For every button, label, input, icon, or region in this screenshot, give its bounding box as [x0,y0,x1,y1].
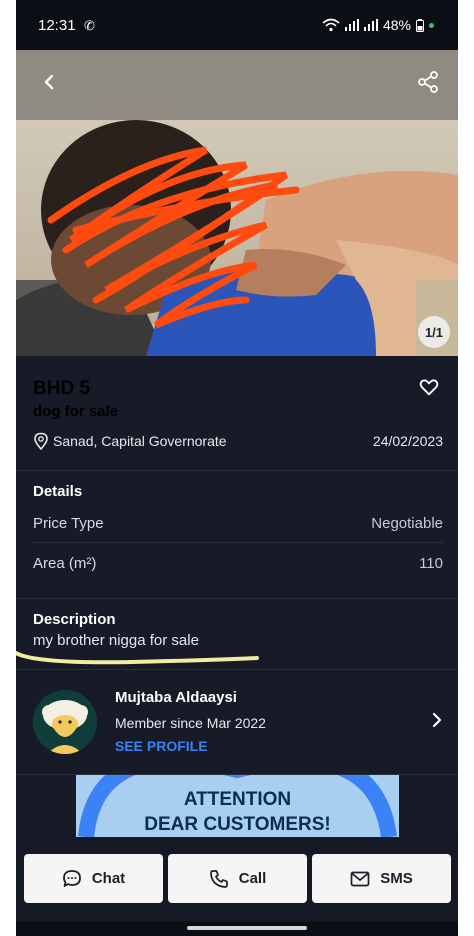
banner-line-2: DEAR CUSTOMERS! [144,814,331,835]
location-pin-icon [34,432,48,450]
battery-icon [416,18,424,32]
back-button[interactable] [31,64,67,100]
home-indicator[interactable] [187,926,307,930]
row-separator [33,542,443,543]
sms-button[interactable]: SMS [312,854,451,903]
call-status-icon: ✆ [84,18,95,33]
banner-line-1: ATTENTION [183,789,292,810]
status-bar: 12:31 ✆ 48% [16,0,458,50]
seller-name: Mujtaba Aldaaysi [115,689,237,706]
signal-icon-2 [363,19,378,31]
signal-icon [344,19,359,31]
listing-title: dog for sale [33,403,119,420]
listing-price: BHD 5 [33,378,91,399]
chat-label: Chat [91,870,126,887]
photo-counter: 1/1 [418,316,450,348]
detail-row-price-type: Price Type Negotiable [33,515,443,532]
detail-value: 110 [419,555,443,572]
call-button[interactable]: Call [168,854,307,903]
activity-dot [429,22,434,28]
location-text: Sanad, Capital Governorate [53,433,227,449]
see-profile-link[interactable]: SEE PROFILE [115,738,208,754]
chevron-right-icon [432,712,442,728]
location-row: Sanad, Capital Governorate 24/02/2023 [33,432,443,450]
favorite-button[interactable] [418,376,442,400]
member-since: Member since Mar 2022 [115,715,266,731]
details-heading: Details [33,483,83,500]
listing-screen: 12:31 ✆ 48% 1/1 BHD 5 dog for sale Sanad… [16,0,458,936]
share-icon [418,71,438,93]
seller-card[interactable]: Mujtaba Aldaaysi Member since Mar 2022 S… [16,670,458,774]
heart-icon [419,379,439,396]
detail-label: Area (m²) [33,555,97,572]
divider [16,470,458,471]
navigation-bar [16,922,458,936]
handdrawn-underline [16,650,259,665]
detail-value: Negotiable [371,515,443,532]
envelope-icon [350,871,370,886]
ad-banner[interactable]: ATTENTION DEAR CUSTOMERS! [76,775,399,837]
listing-image [16,50,458,356]
listing-photo[interactable]: 1/1 [16,50,458,356]
listing-date: 24/02/2023 [372,433,443,449]
avatar-illustration [33,690,97,754]
share-button[interactable] [410,64,446,100]
action-bar: Chat Call SMS [16,838,458,922]
chat-bubble-icon [62,869,81,887]
battery-level: 48% [382,17,411,33]
phone-icon [209,869,228,888]
sms-label: SMS [380,870,413,887]
description-heading: Description [33,611,116,628]
wifi-icon [322,18,340,32]
description-text: my brother nigga for sale [33,632,199,649]
detail-label: Price Type [33,515,104,532]
avatar [33,690,97,754]
call-label: Call [238,870,267,887]
chat-button[interactable]: Chat [24,854,163,903]
detail-row-area: Area (m²) 110 [33,555,443,572]
back-arrow-icon [44,74,54,90]
status-time: 12:31 [38,17,76,34]
divider [16,598,458,599]
status-indicators: 48% [322,17,434,33]
